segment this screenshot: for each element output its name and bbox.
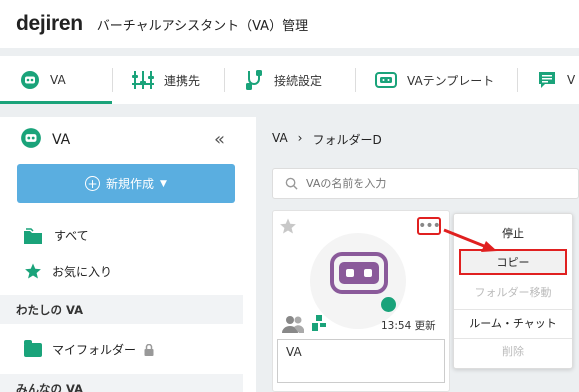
- va-robot-icon: [20, 70, 40, 90]
- lock-icon: [144, 343, 154, 356]
- tab-label: VA: [50, 73, 66, 87]
- updated-time: 13:54 更新: [381, 320, 436, 332]
- chevron-down-icon: ▼: [160, 178, 167, 189]
- tab-label: 連携先: [164, 73, 201, 88]
- app-header: dejiren バーチャルアシスタント（VA）管理: [0, 0, 579, 48]
- va-search-input[interactable]: [306, 177, 506, 190]
- menu-item-stop[interactable]: 停止: [454, 220, 572, 246]
- users-icon: [282, 315, 305, 337]
- sidebar-item-label: マイフォルダー: [52, 343, 137, 357]
- sidebar-title: VA: [52, 132, 71, 148]
- status-active-dot: [381, 297, 396, 312]
- menu-item-copy[interactable]: コピー: [459, 249, 567, 275]
- menu-item-delete: 削除: [502, 345, 524, 358]
- dejiren-logo[interactable]: dejiren: [16, 12, 83, 36]
- va-search-box: [272, 168, 579, 199]
- app-title: バーチャルアシスタント（VA）管理: [96, 18, 309, 34]
- plus-circle-icon: +: [85, 176, 101, 191]
- new-create-label: 新規作成: [106, 177, 155, 191]
- connection-icon: [244, 69, 264, 91]
- tab-va-template[interactable]: VAテンプレート: [355, 56, 517, 104]
- tab-va[interactable]: VA: [0, 56, 112, 104]
- sidebar-item-all[interactable]: すべて: [24, 227, 89, 244]
- tab-more[interactable]: V: [517, 56, 579, 104]
- tab-label: V: [567, 73, 576, 87]
- double-chevron-left-icon[interactable]: «: [214, 129, 225, 150]
- integrations-icon: [132, 71, 154, 89]
- menu-item-move-folder: フォルダー移動: [474, 286, 552, 299]
- folder-icon: [24, 339, 42, 357]
- va-robot-icon: [20, 127, 42, 153]
- sidebar-item-label: すべて: [54, 229, 89, 243]
- breadcrumb-root[interactable]: VA: [272, 131, 288, 148]
- va-name-field: VA: [277, 339, 445, 383]
- chat-list-icon: [537, 70, 557, 90]
- tab-label: VAテンプレート: [407, 73, 495, 88]
- favorite-star-icon[interactable]: [279, 217, 297, 239]
- breadcrumb: VA › フォルダーD: [272, 131, 382, 148]
- more-options-icon[interactable]: •••: [417, 217, 441, 235]
- template-icon: [375, 72, 397, 88]
- va-robot-avatar-icon: [330, 252, 388, 298]
- sidebar: VA « + 新規作成 ▼ すべて お気に入り わたしの VA マイフォルダー: [0, 117, 256, 392]
- sidebar-item-label: お気に入り: [52, 264, 113, 279]
- integration-app-icon: [311, 313, 327, 337]
- new-create-button[interactable]: + 新規作成 ▼: [17, 164, 235, 203]
- sidebar-item-favorites[interactable]: お気に入り: [24, 262, 112, 280]
- tab-integrations[interactable]: 連携先: [112, 56, 224, 104]
- folders-icon: [24, 227, 44, 244]
- section-everyone-va: みんなの VA: [0, 374, 243, 392]
- star-icon: [24, 262, 42, 280]
- section-my-va: わたしの VA: [0, 295, 243, 324]
- breadcrumb-separator: ›: [297, 131, 303, 145]
- main-tabbar: VA 連携先 接続設定 VAテンプレート V: [0, 56, 579, 104]
- tab-connection-settings[interactable]: 接続設定: [224, 56, 355, 104]
- sidebar-item-my-folder[interactable]: マイフォルダー: [24, 339, 154, 358]
- menu-item-room-chat[interactable]: ルーム・チャット: [454, 310, 572, 336]
- card-context-menu: 停止 コピー フォルダー移動 ルーム・チャット 削除: [453, 213, 573, 369]
- va-card[interactable]: ••• 13:54 更新 VA: [272, 210, 450, 392]
- tab-label: 接続設定: [274, 73, 323, 88]
- breadcrumb-current: フォルダーD: [312, 133, 382, 147]
- search-icon: [285, 177, 298, 190]
